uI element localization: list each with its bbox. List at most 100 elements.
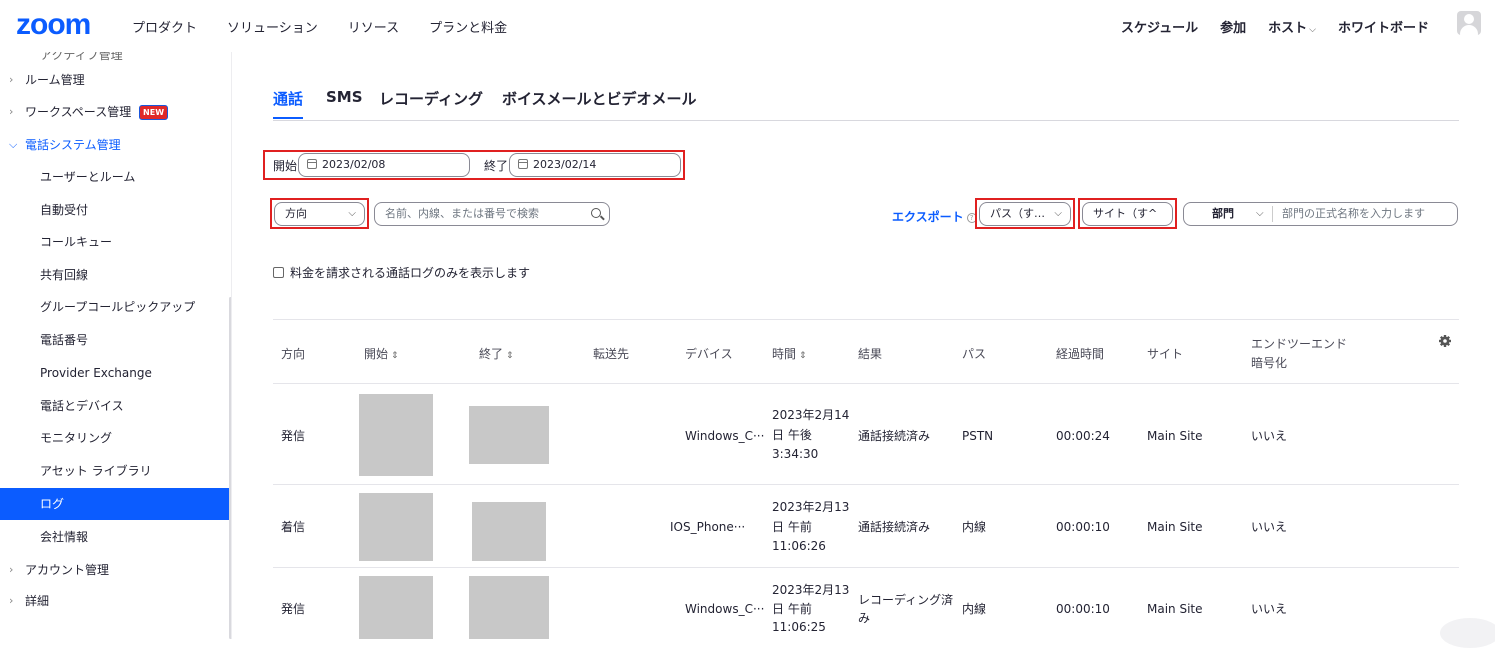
sidebar-item-phone-system-management[interactable]: ⌵ 電話システム管理: [0, 129, 229, 161]
sidebar-item-label: アカウント管理: [25, 563, 110, 577]
search-input[interactable]: 名前、内線、または番号で検索: [374, 202, 610, 226]
path-select-value: パス（す…: [990, 207, 1045, 220]
department-filter[interactable]: 部門 ⌵ 部門の正式名称を入力します: [1183, 202, 1458, 226]
col-e2e-line1: エンドツーエンド: [1251, 337, 1348, 351]
redacted-end: [472, 502, 546, 561]
row-path: 内線: [962, 602, 987, 616]
sidebar-item-asset-library[interactable]: アセット ライブラリ: [0, 455, 229, 487]
checkbox-icon: [273, 267, 284, 278]
new-badge: NEW: [139, 105, 169, 120]
calendar-icon: [307, 159, 317, 169]
sidebar-item-account-management[interactable]: › アカウント管理: [0, 554, 229, 586]
col-path: パス: [962, 347, 987, 361]
chevron-down-icon: ⌵: [9, 138, 18, 151]
export-link[interactable]: エクスポート?: [892, 208, 977, 225]
row-path: 内線: [962, 520, 987, 534]
sidebar-item-cut-off[interactable]: アクティブ管理: [40, 52, 123, 63]
sort-icon: ⇕: [391, 351, 399, 361]
row-time-line2: 日 午後: [772, 428, 812, 442]
nav-solutions[interactable]: ソリューション: [227, 17, 318, 36]
department-placeholder: 部門の正式名称を入力します: [1282, 207, 1425, 220]
sidebar-item-phone-numbers[interactable]: 電話番号: [0, 324, 229, 356]
row-time-line3: 11:06:25: [772, 620, 826, 634]
row-site: Main Site: [1147, 520, 1203, 534]
chevron-right-icon: ›: [9, 73, 14, 86]
nav-pricing[interactable]: プランと料金: [429, 17, 507, 36]
row-result-line1: レコーディング済: [858, 593, 954, 607]
sidebar-item-provider-exchange[interactable]: Provider Exchange: [0, 357, 229, 389]
sidebar-item-company-info[interactable]: 会社情報: [0, 521, 229, 553]
path-select[interactable]: パス（す… ⌵: [979, 202, 1071, 226]
col-end[interactable]: 終了 ⇕: [479, 345, 514, 362]
chevron-right-icon: ›: [9, 105, 14, 118]
sidebar-item-shared-lines[interactable]: 共有回線: [0, 259, 229, 291]
redacted-start: [359, 394, 433, 476]
sidebar-item-call-queues[interactable]: コールキュー: [0, 226, 229, 258]
direction-select[interactable]: 方向 ⌵: [274, 202, 365, 226]
sidebar-item-users-rooms[interactable]: ユーザーとルーム: [0, 161, 229, 193]
sort-icon: ⇕: [506, 351, 514, 361]
row-time-line1: 2023年2月13: [772, 583, 850, 597]
start-date-label: 開始: [273, 159, 298, 173]
col-e2e-line2: 暗号化: [1251, 356, 1288, 370]
start-date-field[interactable]: 2023/02/08: [298, 153, 470, 177]
sidebar-item-auto-receptionist[interactable]: 自動受付: [0, 194, 229, 226]
sidebar-item-logs[interactable]: ログ: [0, 488, 229, 520]
row-e2e: いいえ: [1251, 602, 1288, 616]
redacted-start: [359, 493, 433, 561]
col-end-label: 終了: [479, 347, 504, 361]
nav-join[interactable]: 参加: [1220, 17, 1246, 36]
nav-schedule[interactable]: スケジュール: [1121, 17, 1198, 36]
site-select[interactable]: サイト（す^: [1082, 202, 1173, 226]
row-time-line2: 日 午前: [772, 602, 812, 616]
direction-select-value: 方向: [285, 207, 307, 220]
calendar-icon: [518, 159, 528, 169]
billing-only-label: 料金を請求される通話ログのみを表示します: [290, 266, 531, 280]
row-time-line1: 2023年2月14: [772, 408, 850, 422]
row-result-line2: み: [858, 611, 871, 625]
sidebar-item-label: ルーム管理: [25, 73, 85, 87]
call-log-table-header: [273, 319, 1459, 320]
sidebar-item-advanced[interactable]: › 詳細: [0, 585, 229, 617]
nav-resources[interactable]: リソース: [348, 17, 399, 36]
avatar[interactable]: [1457, 11, 1481, 35]
redacted-end: [469, 576, 549, 639]
sidebar-item-label: 電話システム管理: [25, 138, 121, 152]
billing-only-checkbox[interactable]: 料金を請求される通話ログのみを表示します: [273, 264, 530, 281]
chevron-down-icon: ⌵: [1054, 208, 1062, 219]
tab-voicemail-videomail[interactable]: ボイスメールとビデオメール: [502, 88, 697, 117]
col-forward: 転送先: [593, 347, 630, 361]
log-tabs: 通話 SMS レコーディング ボイスメールとビデオメール: [273, 88, 1459, 121]
sidebar-item-label: ワークスペース管理: [25, 105, 132, 119]
col-direction: 方向: [281, 347, 306, 361]
nav-whiteboard[interactable]: ホワイトボード: [1338, 17, 1429, 36]
sidebar-item-phones-devices[interactable]: 電話とデバイス: [0, 390, 229, 422]
tab-calls[interactable]: 通話: [273, 88, 304, 119]
row-e2e: いいえ: [1251, 520, 1288, 534]
end-date-field[interactable]: 2023/02/14: [509, 153, 681, 177]
sidebar-item-label: 詳細: [25, 594, 50, 608]
sidebar-item-group-call-pickup[interactable]: グループコールピックアップ: [0, 291, 229, 323]
sidebar-item-monitoring[interactable]: モニタリング: [0, 422, 229, 454]
col-elapsed: 経過時間: [1056, 347, 1105, 361]
end-date-value: 2023/02/14: [533, 158, 597, 171]
site-select-value: サイト（す^: [1093, 207, 1158, 220]
redacted-start: [359, 576, 433, 639]
col-time[interactable]: 時間 ⇕: [772, 345, 807, 362]
row-elapsed: 00:00:10: [1056, 520, 1110, 534]
sidebar-item-workspace-management[interactable]: › ワークスペース管理 NEW: [0, 96, 229, 128]
sidebar-scrollbar[interactable]: [229, 297, 231, 639]
row-site: Main Site: [1147, 602, 1203, 616]
col-start[interactable]: 開始 ⇕: [364, 345, 399, 362]
tab-sms[interactable]: SMS: [326, 88, 363, 114]
chevron-right-icon: ›: [9, 563, 14, 576]
gear-icon[interactable]: [1438, 334, 1452, 348]
chevron-down-icon: ⌵: [348, 208, 356, 219]
export-label: エクスポート: [892, 210, 964, 224]
sidebar-item-room-management[interactable]: › ルーム管理: [0, 64, 229, 96]
row-device: Windows_C···: [685, 429, 765, 443]
nav-products[interactable]: プロダクト: [132, 17, 197, 36]
nav-host[interactable]: ホスト ⌵: [1268, 17, 1316, 36]
zoom-logo[interactable]: zoom: [16, 10, 91, 40]
tab-recordings[interactable]: レコーディング: [379, 88, 483, 117]
